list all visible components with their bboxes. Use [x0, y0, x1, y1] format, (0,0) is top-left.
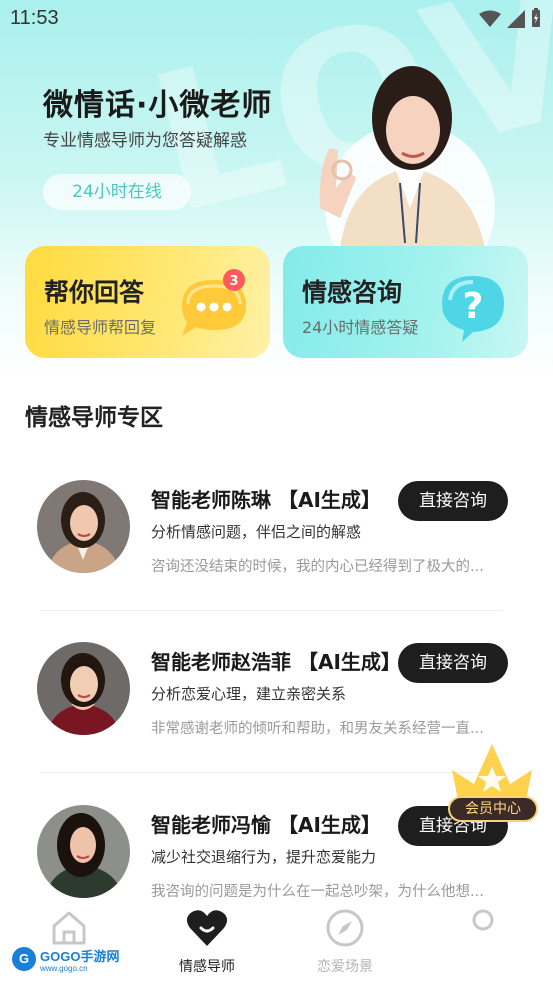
- card-subtitle: 情感导师帮回复: [44, 318, 157, 337]
- teacher-review: 非常感谢老师的倾听和帮助，和男友关系经营一直...: [151, 721, 484, 737]
- watermark-url: www.gogo.cn: [40, 963, 88, 973]
- teacher-description: 分析情感问题，伴侣之间的解惑: [151, 523, 362, 541]
- tab-love-scenes[interactable]: 恋爱场景: [290, 908, 400, 975]
- watermark-logo: G GOGO手游网 www.gogo.cn: [12, 946, 122, 972]
- hero-subtitle: 专业情感导师为您答疑解惑: [43, 131, 247, 151]
- direct-consult-button[interactable]: 直接咨询: [398, 643, 508, 683]
- divider: [40, 610, 502, 611]
- tab-label: 恋爱场景: [317, 959, 373, 975]
- divider: [40, 772, 502, 773]
- profile-icon: [472, 909, 494, 931]
- heart-icon: [186, 910, 228, 946]
- card-title: 帮你回答: [44, 278, 145, 307]
- teacher-name: 智能老师冯愉 【AI生成】: [151, 813, 381, 837]
- svg-text:?: ?: [463, 286, 484, 327]
- teacher-name: 智能老师陈琳 【AI生成】: [151, 488, 381, 512]
- vip-center-button[interactable]: 会员中心: [448, 796, 538, 822]
- emotion-consult-card[interactable]: 情感咨询 24小时情感答疑 ?: [283, 246, 528, 358]
- teacher-avatar: [37, 480, 130, 573]
- teacher-description: 分析恋爱心理，建立亲密关系: [151, 685, 347, 703]
- teacher-description: 减少社交退缩行为，提升恋爱能力: [151, 848, 377, 866]
- teacher-item[interactable]: 智能老师陈琳 【AI生成】 分析情感问题，伴侣之间的解惑 咨询还没结束的时候，我…: [0, 470, 553, 630]
- question-bubble-icon: ?: [442, 276, 504, 342]
- compass-icon: [326, 909, 364, 947]
- status-bar: 11:53: [0, 0, 553, 38]
- tab-profile[interactable]: [428, 908, 538, 952]
- battery-icon: [532, 8, 540, 27]
- teacher-name: 智能老师赵浩菲 【AI生成】: [151, 650, 401, 674]
- chat-bubble-icon: 3: [182, 269, 246, 336]
- status-time: 11:53: [10, 7, 59, 29]
- watermark-brand: GOGO手游网: [40, 948, 120, 964]
- direct-consult-button[interactable]: 直接咨询: [398, 481, 508, 521]
- hero-title: 微情话·小微老师: [43, 88, 273, 123]
- home-icon: [52, 911, 86, 945]
- answer-for-you-card[interactable]: 帮你回答 情感导师帮回复 3: [25, 246, 270, 358]
- status-icons: [479, 8, 541, 28]
- notification-badge: 3: [229, 274, 238, 289]
- wifi-icon: [479, 10, 501, 27]
- section-title: 情感导师专区: [25, 405, 163, 431]
- watermark-logo-mark: G: [12, 947, 36, 971]
- teacher-review: 咨询还没结束的时候，我的内心已经得到了极大的...: [151, 559, 484, 575]
- card-title: 情感咨询: [302, 278, 403, 307]
- tab-label: 情感导师: [179, 959, 235, 975]
- online-badge: 24小时在线: [43, 174, 191, 210]
- tab-emotion-mentor[interactable]: 情感导师: [152, 908, 262, 975]
- teacher-avatar: [37, 642, 130, 735]
- teacher-avatar: [37, 805, 130, 898]
- signal-icon: [507, 10, 525, 28]
- watermark-text: GOGO手游网 www.gogo.cn: [40, 946, 119, 973]
- card-subtitle: 24小时情感答疑: [302, 318, 419, 337]
- teacher-portrait: [319, 66, 495, 248]
